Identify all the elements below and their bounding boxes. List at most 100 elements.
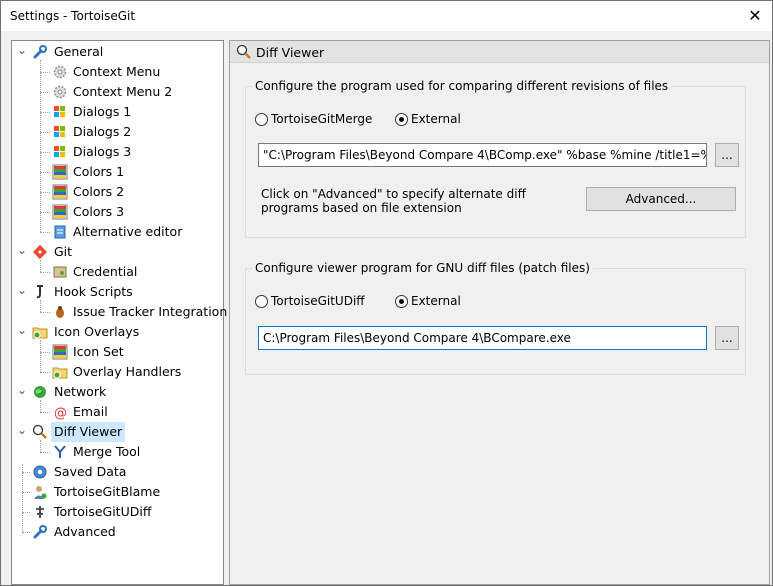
tree-item-email[interactable]: @ Email xyxy=(12,402,223,422)
color-palette-icon xyxy=(52,184,68,200)
credential-icon xyxy=(52,264,68,280)
tree-connector xyxy=(40,272,50,273)
tree-item-label: Issue Tracker Integration xyxy=(73,304,228,319)
tree-item-label: Overlay Handlers xyxy=(73,364,182,379)
radio-label: External xyxy=(411,294,461,308)
chevron-down-icon[interactable]: ⌄ xyxy=(16,322,28,342)
udiff-icon xyxy=(32,504,48,520)
chevron-down-icon[interactable]: ⌄ xyxy=(16,382,28,402)
tree-connector xyxy=(22,472,30,473)
tree-item-label: Colors 2 xyxy=(73,184,125,199)
advanced-button[interactable]: Advanced... xyxy=(586,187,736,211)
tree-connector xyxy=(22,492,30,493)
tree-connector xyxy=(40,172,50,173)
tree-connector xyxy=(40,440,41,452)
tree-item-alternative-editor[interactable]: Alternative editor xyxy=(12,222,223,242)
tree-item-diff-viewer[interactable]: ⌄ Diff Viewer xyxy=(12,422,223,442)
tree-connector xyxy=(40,232,50,233)
tree-item-icon-overlays[interactable]: ⌄ Icon Overlays xyxy=(12,322,223,342)
tree-item-label: Context Menu xyxy=(73,64,161,79)
tree-item-network[interactable]: ⌄ Network xyxy=(12,382,223,402)
diff-program-path-input[interactable]: "C:\Program Files\Beyond Compare 4\BComp… xyxy=(258,143,707,167)
chevron-down-icon[interactable]: ⌄ xyxy=(16,422,28,442)
tree-item-merge-tool[interactable]: Merge Tool xyxy=(12,442,223,462)
windows-flag-icon xyxy=(52,144,68,160)
tree-connector xyxy=(40,372,50,373)
radio-circle xyxy=(395,295,408,308)
color-palette-icon xyxy=(52,164,68,180)
tree-connector xyxy=(40,72,50,73)
at-sign-icon: @ xyxy=(52,404,68,421)
merge-icon xyxy=(52,444,68,460)
tree-item-label: Colors 1 xyxy=(73,164,125,179)
tree-item-overlay-handlers[interactable]: Overlay Handlers xyxy=(12,362,223,382)
tree-item-dialogs-3[interactable]: Dialogs 3 xyxy=(12,142,223,162)
tree-item-hook-scripts[interactable]: ⌄ Hook Scripts xyxy=(12,282,223,302)
settings-tree[interactable]: ⌄ General Context Menu Context Menu 2 Dialog… xyxy=(11,40,227,585)
tree-connector xyxy=(40,400,41,412)
folder-overlay-icon xyxy=(52,364,68,380)
page-header: Diff Viewer xyxy=(230,41,769,63)
tree-item-tortoisegitudiff[interactable]: TortoiseGitUDiff xyxy=(12,502,223,522)
settings-page-panel: Diff Viewer Configure the program used f… xyxy=(229,40,770,585)
notepad-icon xyxy=(52,224,68,240)
tree-item-label: Advanced xyxy=(54,524,116,539)
tree-item-general[interactable]: ⌄ General xyxy=(12,42,223,62)
close-button[interactable]: ✕ xyxy=(744,5,766,27)
tree-item-colors-1[interactable]: Colors 1 xyxy=(12,162,223,182)
window-title: Settings - TortoiseGit xyxy=(10,9,136,23)
diff-browse-button[interactable]: ... xyxy=(715,143,739,167)
tree-item-icon-set[interactable]: Icon Set xyxy=(12,342,223,362)
tree-item-issue-tracker-integration[interactable]: Issue Tracker Integration xyxy=(12,302,227,322)
windows-flag-icon xyxy=(52,104,68,120)
wrench-icon xyxy=(32,44,48,60)
tree-item-context-menu-2[interactable]: Context Menu 2 xyxy=(12,82,223,102)
blame-icon xyxy=(32,484,48,500)
tree-item-saved-data[interactable]: Saved Data xyxy=(12,462,223,482)
tree-item-label: Hook Scripts xyxy=(54,284,133,299)
tree-item-label: Context Menu 2 xyxy=(73,84,173,99)
wrench-icon xyxy=(32,524,48,540)
diff-program-group-title: Configure the program used for comparing… xyxy=(252,79,672,93)
tree-connector xyxy=(40,260,41,272)
chevron-down-icon[interactable]: ⌄ xyxy=(16,42,28,62)
tree-item-dialogs-1[interactable]: Dialogs 1 xyxy=(12,102,223,122)
tree-item-label: Icon Set xyxy=(73,344,124,359)
tree-item-credential[interactable]: Credential xyxy=(12,262,223,282)
tree-item-label: Dialogs 2 xyxy=(73,124,132,139)
tree-connector xyxy=(40,300,41,312)
tree-item-colors-2[interactable]: Colors 2 xyxy=(12,182,223,202)
chevron-down-icon[interactable]: ⌄ xyxy=(16,282,28,302)
tree-item-advanced[interactable]: Advanced xyxy=(12,522,223,542)
tree-item-label: Saved Data xyxy=(54,464,127,479)
tree-item-label: Alternative editor xyxy=(73,224,183,239)
tree-item-label: Dialogs 3 xyxy=(73,144,132,159)
tree-item-git[interactable]: ⌄ Git xyxy=(12,242,223,262)
tree-item-colors-3[interactable]: Colors 3 xyxy=(12,202,223,222)
patch-viewer-path-input[interactable]: C:\Program Files\Beyond Compare 4\BCompa… xyxy=(258,326,707,350)
magnifier-icon xyxy=(32,424,48,440)
advanced-hint-text: Click on "Advanced" to specify alternate… xyxy=(261,187,526,215)
tree-item-label: Email xyxy=(73,404,108,419)
chevron-down-icon[interactable]: ⌄ xyxy=(16,242,28,262)
tree-connector xyxy=(22,512,30,513)
patch-viewer-group: Configure viewer program for GNU diff fi… xyxy=(245,261,746,375)
saved-data-icon xyxy=(32,464,48,480)
diff-program-group: Configure the program used for comparing… xyxy=(245,79,746,238)
radio-circle xyxy=(255,113,268,126)
tree-item-dialogs-2[interactable]: Dialogs 2 xyxy=(12,122,223,142)
tree-item-label: General xyxy=(54,44,104,59)
tree-item-tortoisegitblame[interactable]: TortoiseGitBlame xyxy=(12,482,223,502)
patch-browse-button[interactable]: ... xyxy=(715,326,739,350)
advanced-hint-line2: programs based on file extension xyxy=(261,201,462,215)
color-palette-icon xyxy=(52,204,68,220)
tree-item-context-menu[interactable]: Context Menu xyxy=(12,62,223,82)
tree-item-label: Git xyxy=(54,244,73,259)
git-logo-icon xyxy=(32,244,48,260)
windows-flag-icon xyxy=(52,124,68,140)
tree-connector xyxy=(40,92,50,93)
gear-icon xyxy=(52,84,68,100)
tree-connector xyxy=(40,340,41,372)
tree-connector xyxy=(40,152,50,153)
radio-label: External xyxy=(411,112,461,126)
